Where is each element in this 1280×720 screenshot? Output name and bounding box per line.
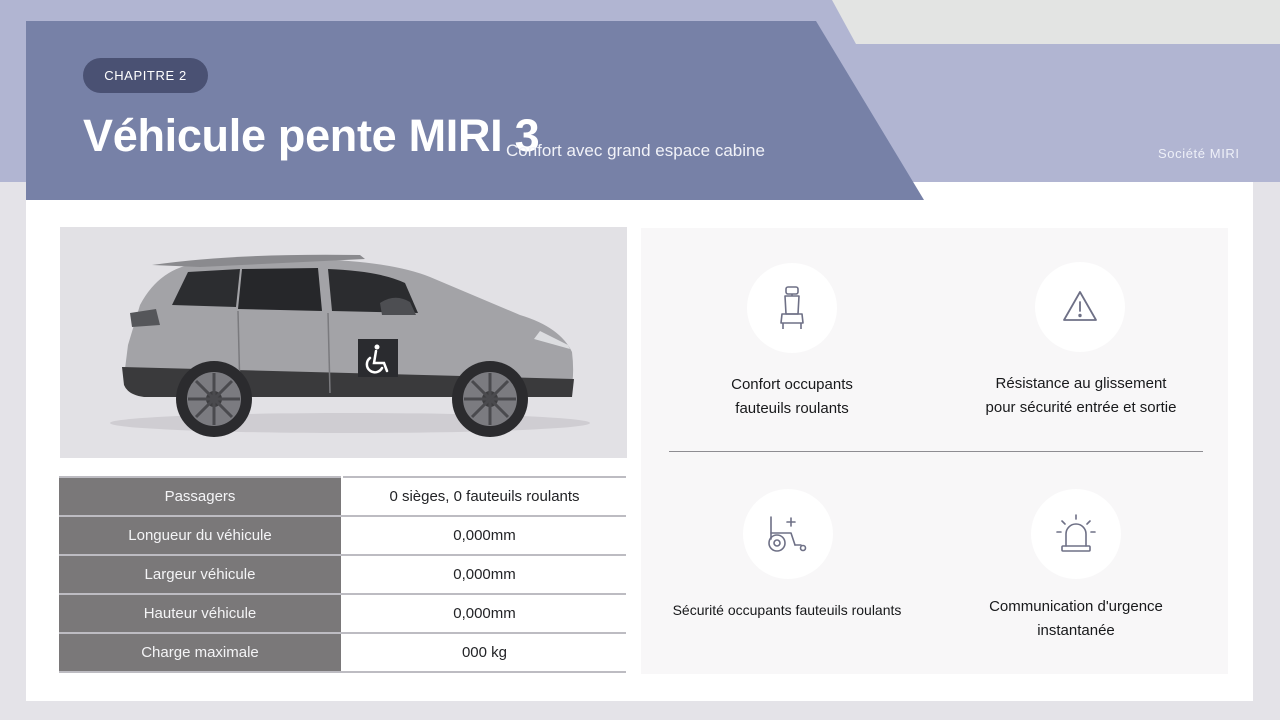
page-subtitle: Confort avec grand espace cabine	[506, 141, 765, 160]
feature-line: Résistance au glissement	[995, 375, 1167, 392]
table-row: Passagers 0 sièges, 0 fauteuils roulants	[59, 477, 626, 517]
table-row: Hauteur véhicule 0,000mm	[59, 594, 626, 634]
spec-value: 000 kg	[342, 633, 626, 673]
warning-triangle-icon	[1035, 262, 1125, 352]
spec-value: 0,000mm	[342, 594, 626, 634]
feature-text: Sécurité occupants fauteuils roulants	[647, 598, 927, 622]
spec-label: Largeur véhicule	[59, 555, 343, 595]
feature-line: pour sécurité entrée et sortie	[985, 399, 1177, 416]
spec-value: 0 sièges, 0 fauteuils roulants	[342, 477, 626, 517]
feature-line: fauteuils roulants	[735, 400, 849, 417]
feature-line: instantanée	[1037, 622, 1115, 639]
spec-label: Longueur du véhicule	[59, 516, 343, 556]
page-title: Véhicule pente MIRI 3	[83, 110, 540, 161]
table-row: Charge maximale 000 kg	[59, 633, 626, 673]
feature-text: Résistance au glissement pour sécurité e…	[941, 372, 1221, 420]
feature-line: Confort occupants	[731, 376, 853, 393]
feature-text: Confort occupants fauteuils roulants	[652, 373, 932, 421]
top-right-strip	[832, 0, 1280, 44]
chapter-badge: CHAPITRE 2	[83, 58, 208, 93]
table-row: Largeur véhicule 0,000mm	[59, 555, 626, 595]
spec-value: 0,000mm	[342, 516, 626, 556]
vehicle-photo	[60, 227, 627, 458]
spec-label: Hauteur véhicule	[59, 594, 343, 634]
feature-text: Communication d'urgence instantanée	[936, 595, 1216, 643]
siren-icon	[1031, 489, 1121, 579]
spec-value: 0,000mm	[342, 555, 626, 595]
company-name: Société MIRI	[1158, 146, 1240, 161]
spec-label: Charge maximale	[59, 633, 343, 673]
feature-line: Sécurité occupants fauteuils roulants	[672, 602, 902, 618]
specs-table: Passagers 0 sièges, 0 fauteuils roulants…	[59, 476, 626, 673]
table-row: Longueur du véhicule 0,000mm	[59, 516, 626, 556]
spec-label: Passagers	[59, 477, 343, 517]
seat-icon	[747, 263, 837, 353]
wheelchair-icon	[743, 489, 833, 579]
features-divider	[669, 451, 1203, 452]
feature-line: Communication d'urgence	[989, 598, 1163, 615]
